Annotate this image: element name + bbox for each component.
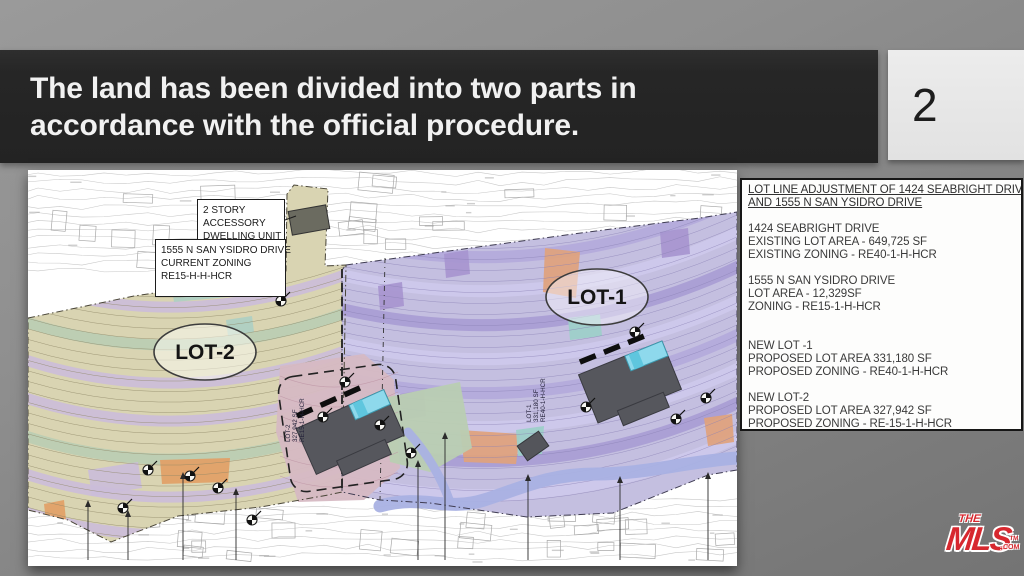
parcel1-lot-area: EXISTING LOT AREA - 649,725 SF <box>748 236 1015 249</box>
lot2-note-line1: LOT-2 <box>285 424 292 442</box>
page-number: 2 <box>888 78 938 132</box>
slide-title-line1: The land has been divided into two parts… <box>30 70 878 107</box>
zoning-line3: RE15-H-H-HCR <box>161 270 280 283</box>
slide-root: { "slide": { "title_line1": "The land ha… <box>0 0 1024 576</box>
lot1-note-line2: 331,180 SF <box>533 389 540 422</box>
newlot2-zoning: PROPOSED ZONING - RE-15-1-H-HCR <box>748 418 1015 431</box>
lot1-note-line1: LOT-1 <box>526 404 533 422</box>
title-banner: The land has been divided into two parts… <box>0 50 878 163</box>
panel-heading-line1: LOT LINE ADJUSTMENT OF 1424 SEABRIGHT DR… <box>748 184 1015 197</box>
parcel2-address: 1555 N SAN YSIDRO DRIVE <box>748 275 1015 288</box>
newlot1-area: PROPOSED LOT AREA 331,180 SF <box>748 353 1015 366</box>
parcel2-zoning: ZONING - RE15-1-H-HCR <box>748 301 1015 314</box>
newlot1-zoning: PROPOSED ZONING - RE40-1-H-HCR <box>748 366 1015 379</box>
slide-title-line2: accordance with the official procedure. <box>30 107 878 144</box>
parcel1-zoning: EXISTING ZONING - RE40-1-H-HCR <box>748 249 1015 262</box>
lot1-label: LOT-1 <box>567 286 627 309</box>
lot2-note-line3: RE15-1-H-HCR <box>299 398 306 442</box>
lot-adjustment-info-panel: LOT LINE ADJUSTMENT OF 1424 SEABRIGHT DR… <box>740 178 1023 431</box>
panel-heading-line2: AND 1555 N SAN YSIDRO DRIVE <box>748 197 1015 210</box>
map-canvas: LOT-2 LOT-1 LOT-2 327,942 SF RE15-1-H-HC… <box>28 170 737 566</box>
newlot2-title: NEW LOT-2 <box>748 392 1015 405</box>
lot2-label: LOT-2 <box>175 341 235 364</box>
parcel1-address: 1424 SEABRIGHT DRIVE <box>748 223 1015 236</box>
zoning-line1: 1555 N SAN YSIDRO DRIVE <box>161 244 280 257</box>
lot2-label-ellipse: LOT-2 <box>154 324 256 380</box>
map-generated-artwork <box>28 170 737 562</box>
lot1-note-line3: RE40-1-H-HCR <box>540 378 547 422</box>
adu-line1: 2 STORY <box>203 204 279 217</box>
mls-logo-main: MLS TM .COM <box>944 524 1012 561</box>
mls-logo: THE MLS TM .COM <box>939 514 1017 570</box>
lot2-note-line2: 327,942 SF <box>292 409 299 442</box>
newlot1-title: NEW LOT -1 <box>748 340 1015 353</box>
lot1-label-ellipse: LOT-1 <box>546 269 648 325</box>
page-number-box: 2 <box>888 50 1024 160</box>
callout-current-zoning: 1555 N SAN YSIDRO DRIVE CURRENT ZONING R… <box>155 239 286 297</box>
mls-logo-com: .COM <box>999 533 1020 563</box>
zoning-line2: CURRENT ZONING <box>161 257 280 270</box>
adu-line2: ACCESSORY <box>203 217 279 230</box>
parcel2-lot-area: LOT AREA - 12,329SF <box>748 288 1015 301</box>
newlot2-area: PROPOSED LOT AREA 327,942 SF <box>748 405 1015 418</box>
lot-line-adjustment-map: LOT-2 LOT-1 LOT-2 327,942 SF RE15-1-H-HC… <box>28 170 737 566</box>
